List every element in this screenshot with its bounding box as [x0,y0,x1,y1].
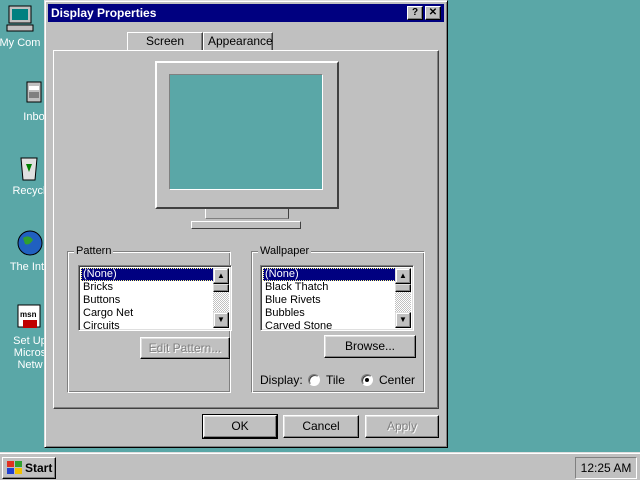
edit-pattern-button[interactable]: Edit Pattern... [140,337,230,359]
tile-radio[interactable] [308,374,320,386]
pattern-scrollbar[interactable]: ▲ ▼ [213,268,229,328]
svg-text:msn: msn [20,310,37,319]
scroll-thumb[interactable] [395,284,411,292]
close-icon: ✕ [428,7,438,18]
cancel-button[interactable]: Cancel [283,415,359,438]
tab-appearance[interactable]: Appearance [203,32,273,51]
help-icon: ? [411,7,419,18]
pattern-listbox[interactable]: (None) Bricks Buttons Cargo Net Circuits… [78,265,232,331]
list-item[interactable]: (None) [81,268,214,281]
wallpaper-listbox[interactable]: (None) Black Thatch Blue Rivets Bubbles … [260,265,414,331]
monitor-screen-preview [169,74,323,190]
windows-logo-icon [7,461,22,474]
window-title: Display Properties [51,6,157,20]
display-mode-row: Display: Tile Center [260,372,420,388]
scroll-thumb[interactable] [213,284,229,292]
scroll-up-arrow-icon[interactable]: ▲ [395,268,411,284]
ok-button[interactable]: OK [202,414,278,439]
monitor-stand [205,209,289,219]
start-button[interactable]: Start [2,457,56,479]
title-bar[interactable]: Display Properties ? ✕ [48,4,444,22]
list-item[interactable]: Black Thatch [263,281,396,294]
recycle-bin-icon [20,157,38,181]
list-item[interactable]: (None) [263,268,396,281]
system-tray-clock[interactable]: 12:25 AM [575,457,637,479]
display-label: Display: [260,373,303,387]
list-item[interactable]: Buttons [81,294,214,307]
msn-icon: msn [17,304,41,328]
center-label[interactable]: Center [379,372,415,388]
desktop-icon-my-computer[interactable]: My Com [0,4,50,49]
list-item[interactable]: Bricks [81,281,214,294]
my-computer-icon [6,5,34,32]
display-properties-window: Display Properties ? ✕ Screen Saver Appe… [44,0,448,448]
desktop-icon-label: My Com [0,37,41,49]
list-item[interactable]: Cargo Net [81,307,214,320]
list-item[interactable]: Blue Rivets [263,294,396,307]
pattern-group: Pattern (None) Bricks Buttons Cargo Net … [67,244,232,393]
scroll-up-arrow-icon[interactable]: ▲ [213,268,229,284]
pattern-label: Pattern [74,244,114,258]
list-item[interactable]: Circuits [81,320,214,330]
taskbar: Start 12:25 AM [0,452,640,480]
close-button[interactable]: ✕ [425,6,441,20]
wallpaper-label: Wallpaper [258,244,312,258]
scroll-down-arrow-icon[interactable]: ▼ [395,312,411,328]
list-item[interactable]: Carved Stone [263,320,396,330]
tab-screen-saver[interactable]: Screen Saver [127,32,203,65]
browse-button[interactable]: Browse... [324,335,416,358]
tile-label[interactable]: Tile [326,372,345,388]
help-button[interactable]: ? [407,6,423,20]
list-item[interactable]: Bubbles [263,307,396,320]
monitor-preview [155,61,339,209]
monitor-base [191,221,301,229]
center-radio[interactable] [361,374,373,386]
wallpaper-scrollbar[interactable]: ▲ ▼ [395,268,411,328]
apply-button[interactable]: Apply [365,415,439,438]
start-label: Start [25,461,53,475]
wallpaper-group: Wallpaper (None) Black Thatch Blue Rivet… [251,244,425,393]
internet-icon [17,230,43,256]
scroll-down-arrow-icon[interactable]: ▼ [213,312,229,328]
